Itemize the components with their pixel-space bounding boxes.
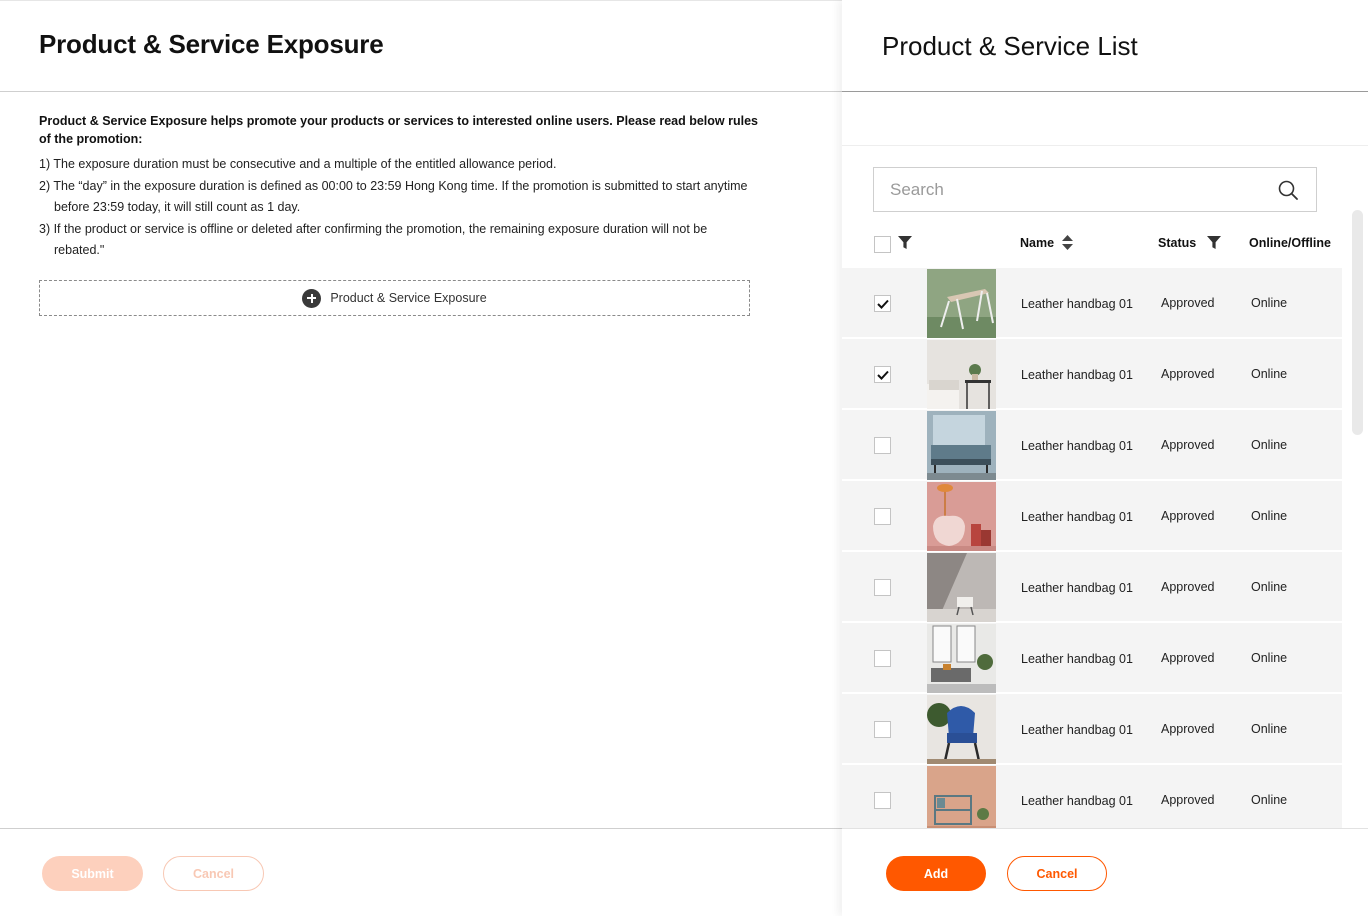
list-scrollbar[interactable]: [1352, 210, 1363, 435]
product-thumbnail: [927, 553, 996, 622]
product-online: Online: [1251, 722, 1288, 736]
table-row[interactable]: Leather handbag 01 Approved Online: [842, 339, 1342, 410]
table-row[interactable]: Leather handbag 01 Approved Online: [842, 410, 1342, 481]
column-name-header[interactable]: Name: [1020, 236, 1054, 250]
rule-item: 2) The “day” in the exposure duration is…: [39, 178, 748, 215]
table-row[interactable]: Leather handbag 01 Approved Online: [842, 765, 1342, 836]
row-checkbox[interactable]: [874, 366, 891, 383]
submit-button[interactable]: Submit: [42, 856, 143, 891]
row-checkbox[interactable]: [874, 721, 891, 738]
column-status-header[interactable]: Status: [1158, 236, 1196, 250]
row-checkbox[interactable]: [874, 508, 891, 525]
product-status: Approved: [1161, 651, 1215, 665]
exposure-header: Product & Service Exposure: [0, 0, 842, 92]
search-icon[interactable]: [1278, 180, 1298, 200]
table-row[interactable]: Leather handbag 01 Approved Online: [842, 694, 1342, 765]
row-checkbox[interactable]: [874, 579, 891, 596]
table-row[interactable]: Leather handbag 01 Approved Online: [842, 268, 1342, 339]
add-exposure-button[interactable]: Product & Service Exposure: [39, 280, 750, 316]
product-status: Approved: [1161, 722, 1215, 736]
product-online: Online: [1251, 580, 1288, 594]
product-name: Leather handbag 01: [1021, 297, 1133, 311]
product-list-footer: Add Cancel: [842, 828, 1368, 916]
table-row[interactable]: Leather handbag 01 Approved Online: [842, 481, 1342, 552]
rule-item: 1) The exposure duration must be consecu…: [39, 157, 557, 171]
product-thumbnail: [927, 269, 996, 338]
product-name: Leather handbag 01: [1021, 510, 1133, 524]
product-status: Approved: [1161, 367, 1215, 381]
product-thumbnail: [927, 411, 996, 480]
exposure-footer: Submit Cancel: [0, 828, 842, 916]
product-table-body: Leather handbag 01 Approved Online Leath…: [842, 268, 1342, 836]
plus-circle-icon: [302, 288, 322, 308]
cancel-button[interactable]: Cancel: [163, 856, 264, 891]
add-exposure-label: Product & Service Exposure: [330, 291, 487, 305]
product-list-header: Product & Service List: [842, 0, 1368, 92]
row-checkbox[interactable]: [874, 295, 891, 312]
product-status: Approved: [1161, 296, 1215, 310]
rule-item: 3) If the product or service is offline …: [39, 221, 708, 258]
table-row[interactable]: Leather handbag 01 Approved Online: [842, 623, 1342, 694]
product-thumbnail: [927, 340, 996, 409]
checkmark-icon: [876, 299, 889, 309]
search-input[interactable]: [890, 179, 1260, 200]
product-online: Online: [1251, 651, 1288, 665]
product-thumbnail: [927, 695, 996, 764]
product-status: Approved: [1161, 438, 1215, 452]
product-name: Leather handbag 01: [1021, 723, 1133, 737]
row-checkbox[interactable]: [874, 437, 891, 454]
product-online: Online: [1251, 509, 1288, 523]
sort-icon[interactable]: [1062, 235, 1073, 250]
product-name: Leather handbag 01: [1021, 794, 1133, 808]
checkmark-icon: [876, 370, 889, 380]
product-online: Online: [1251, 438, 1288, 452]
product-thumbnail: [927, 766, 996, 835]
panel-title: Product & Service List: [882, 31, 1138, 61]
status-filter-icon[interactable]: [1207, 236, 1221, 250]
search-box: [873, 167, 1317, 212]
product-name: Leather handbag 01: [1021, 368, 1133, 382]
product-status: Approved: [1161, 509, 1215, 523]
product-online: Online: [1251, 367, 1288, 381]
table-header: Name Status Online/Offline: [842, 228, 1342, 268]
product-name: Leather handbag 01: [1021, 581, 1133, 595]
product-thumbnail: [927, 482, 996, 551]
cancel-button[interactable]: Cancel: [1007, 856, 1107, 891]
rules-list: 1) The exposure duration must be consecu…: [39, 154, 759, 262]
product-name: Leather handbag 01: [1021, 439, 1133, 453]
header-spacer: [842, 92, 1368, 146]
product-name: Leather handbag 01: [1021, 652, 1133, 666]
product-status: Approved: [1161, 793, 1215, 807]
product-online: Online: [1251, 793, 1288, 807]
table-row[interactable]: Leather handbag 01 Approved Online: [842, 552, 1342, 623]
page-title: Product & Service Exposure: [39, 29, 384, 59]
select-all-checkbox[interactable]: [874, 236, 891, 253]
row-checkbox[interactable]: [874, 792, 891, 809]
add-button[interactable]: Add: [886, 856, 986, 891]
column-online-header[interactable]: Online/Offline: [1249, 236, 1331, 250]
intro-text: Product & Service Exposure helps promote…: [39, 114, 758, 146]
product-list-panel: Product & Service List Name Status Onlin…: [842, 0, 1368, 916]
product-thumbnail: [927, 624, 996, 693]
row-checkbox[interactable]: [874, 650, 891, 667]
filter-icon[interactable]: [898, 236, 912, 250]
exposure-panel: Product & Service Exposure Product & Ser…: [0, 0, 842, 916]
product-status: Approved: [1161, 580, 1215, 594]
product-online: Online: [1251, 296, 1288, 310]
